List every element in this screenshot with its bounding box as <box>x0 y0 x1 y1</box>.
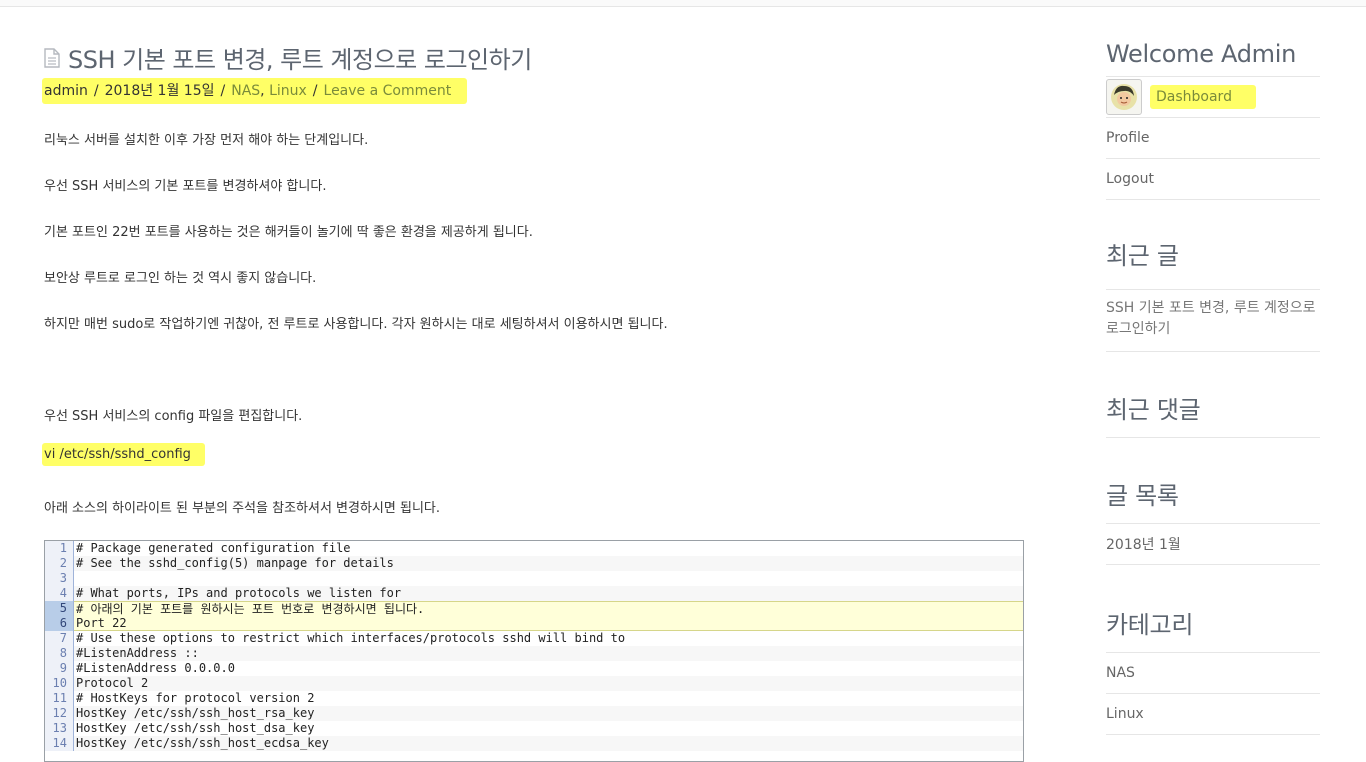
line-number: 10 <box>45 676 74 691</box>
code-line: 6 Port 22 <box>45 616 1023 631</box>
recent-comments-divider <box>1106 437 1320 438</box>
line-number: 4 <box>45 586 74 601</box>
code-text: HostKey /etc/ssh/ssh_host_ecdsa_key <box>74 736 1023 751</box>
profile-row: Profile <box>1106 118 1320 159</box>
paragraph: 보안상 루트로 로그인 하는 것 역시 좋지 않습니다. <box>44 271 317 286</box>
line-number: 13 <box>45 721 74 736</box>
code-line: 10 Protocol 2 <box>45 676 1023 691</box>
code-line: 3 <box>45 571 1023 586</box>
dashboard-link[interactable]: Dashboard <box>1150 85 1256 109</box>
line-number: 1 <box>45 541 74 556</box>
avatar-face-icon <box>1111 84 1137 110</box>
document-icon <box>44 47 60 68</box>
archive-link[interactable]: 2018년 1월 <box>1106 534 1181 554</box>
line-number: 5 <box>45 601 74 616</box>
post-content: SSH 기본 포트 변경, 루트 계정으로 로그인하기 admin/2018년 … <box>42 40 1024 762</box>
code-text: HostKey /etc/ssh/ssh_host_rsa_key <box>74 706 1023 721</box>
category-row-linux: Linux <box>1106 694 1320 735</box>
archive-row: 2018년 1월 <box>1106 523 1320 565</box>
top-bar <box>0 0 1366 7</box>
highlighted-command: vi /etc/ssh/sshd_config <box>42 443 205 466</box>
code-line: 7 # Use these options to restrict which i… <box>45 631 1023 646</box>
line-number: 6 <box>45 616 74 631</box>
line-number: 2 <box>45 556 74 571</box>
code-block: 1 # Package generated configuration file 2… <box>44 540 1024 762</box>
code-line: 14 HostKey /etc/ssh/ssh_host_ecdsa_key <box>45 736 1023 751</box>
code-text: Port 22 <box>74 616 1023 631</box>
command-text: vi /etc/ssh/sshd_config <box>42 443 205 466</box>
recent-comments-title: 최근 댓글 <box>1106 396 1201 424</box>
meta-author[interactable]: admin <box>44 83 88 99</box>
recent-posts-list: SSH 기본 포트 변경, 루트 계정으로 로그인하기 <box>1106 289 1320 352</box>
code-line: 8 #ListenAddress :: <box>45 646 1023 661</box>
code-line: 2 # See the sshd_config(5) manpage for de… <box>45 556 1023 571</box>
sidebar: Welcome Admin Dashboard Profile Logout 최… <box>1106 40 1320 735</box>
code-text: #ListenAddress :: <box>74 646 1023 661</box>
line-number: 11 <box>45 691 74 706</box>
code-text: # See the sshd_config(5) manpage for det… <box>74 556 1023 571</box>
code-line: 4 # What ports, IPs and protocols we list… <box>45 586 1023 601</box>
meta-date[interactable]: 2018년 1월 15일 <box>105 83 215 99</box>
paragraph: 우선 SSH 서비스의 기본 포트를 변경하셔야 합니다. <box>44 179 327 194</box>
post-meta: admin/2018년 1월 15일 / NAS, Linux / Leave a Co… <box>42 78 468 104</box>
meta-category-linux[interactable]: Linux <box>269 83 307 99</box>
line-number: 14 <box>45 736 74 751</box>
line-number: 8 <box>45 646 74 661</box>
code-text: # HostKeys for protocol version 2 <box>76 691 315 705</box>
code-text: # Use these options to restrict which in… <box>76 631 626 645</box>
code-text: #ListenAddress 0.0.0.0 <box>76 661 235 675</box>
line-number: 3 <box>45 571 74 586</box>
code-text: # What ports, IPs and protocols we liste… <box>74 586 1023 601</box>
meta-category-sep: , <box>260 83 265 99</box>
code-text: Protocol 2 <box>74 676 1023 691</box>
avatar[interactable] <box>1106 79 1142 115</box>
logout-row: Logout <box>1106 159 1320 200</box>
post-title-text: SSH 기본 포트 변경, 루트 계정으로 로그인하기 <box>68 46 532 74</box>
code-text: HostKey /etc/ssh/ssh_host_dsa_key <box>76 721 315 735</box>
welcome-title: Welcome Admin <box>1106 40 1296 68</box>
post-title: SSH 기본 포트 변경, 루트 계정으로 로그인하기 <box>44 40 1024 75</box>
code-line: 5 # 아래의 기본 포트를 원하시는 포트 번호로 변경하시면 됩니다. <box>45 601 1023 616</box>
category-row-nas: NAS <box>1106 652 1320 694</box>
code-text: # Package generated configuration file <box>76 541 351 555</box>
category-link-linux[interactable]: Linux <box>1106 706 1144 722</box>
paragraph: 우선 SSH 서비스의 config 파일을 편집합니다. <box>44 409 303 424</box>
meta-leave-comment-link[interactable]: Leave a Comment <box>324 83 452 99</box>
dashboard-row: Dashboard <box>1106 76 1320 118</box>
paragraph: 기본 포트인 22번 포트를 사용하는 것은 해커들이 놀기에 딱 좋은 환경을… <box>44 225 533 240</box>
paragraph: 하지만 매번 sudo로 작업하기엔 귀찮아, 전 루트로 사용합니다. 각자 … <box>44 317 668 332</box>
categories-title: 카테고리 <box>1106 611 1194 639</box>
logout-link[interactable]: Logout <box>1106 171 1154 187</box>
code-line: 12 HostKey /etc/ssh/ssh_host_rsa_key <box>45 706 1023 721</box>
line-number: 7 <box>45 631 74 646</box>
recent-posts-title: 최근 글 <box>1106 242 1179 270</box>
meta-category-nas[interactable]: NAS <box>231 83 260 99</box>
code-line: 9 #ListenAddress 0.0.0.0 <box>45 661 1023 676</box>
profile-link[interactable]: Profile <box>1106 130 1150 146</box>
recent-post-link[interactable]: SSH 기본 포트 변경, 루트 계정으로 로그인하기 <box>1106 300 1316 337</box>
line-number: 12 <box>45 706 74 721</box>
line-number: 9 <box>45 661 74 676</box>
code-line: 1 # Package generated configuration file <box>45 541 1023 556</box>
category-link-nas[interactable]: NAS <box>1106 665 1135 681</box>
paragraph: 리눅스 서버를 설치한 이후 가장 먼저 해야 하는 단계입니다. <box>44 133 369 148</box>
code-text: # 아래의 기본 포트를 원하시는 포트 번호로 변경하시면 됩니다. <box>74 601 1023 616</box>
code-line: 13 HostKey /etc/ssh/ssh_host_dsa_key <box>45 721 1023 736</box>
paragraph: 아래 소스의 하이라이트 된 부분의 주석을 참조하셔서 변경하시면 됩니다. <box>44 501 440 516</box>
code-line: 11 # HostKeys for protocol version 2 <box>45 691 1023 706</box>
archives-title: 글 목록 <box>1106 482 1179 510</box>
